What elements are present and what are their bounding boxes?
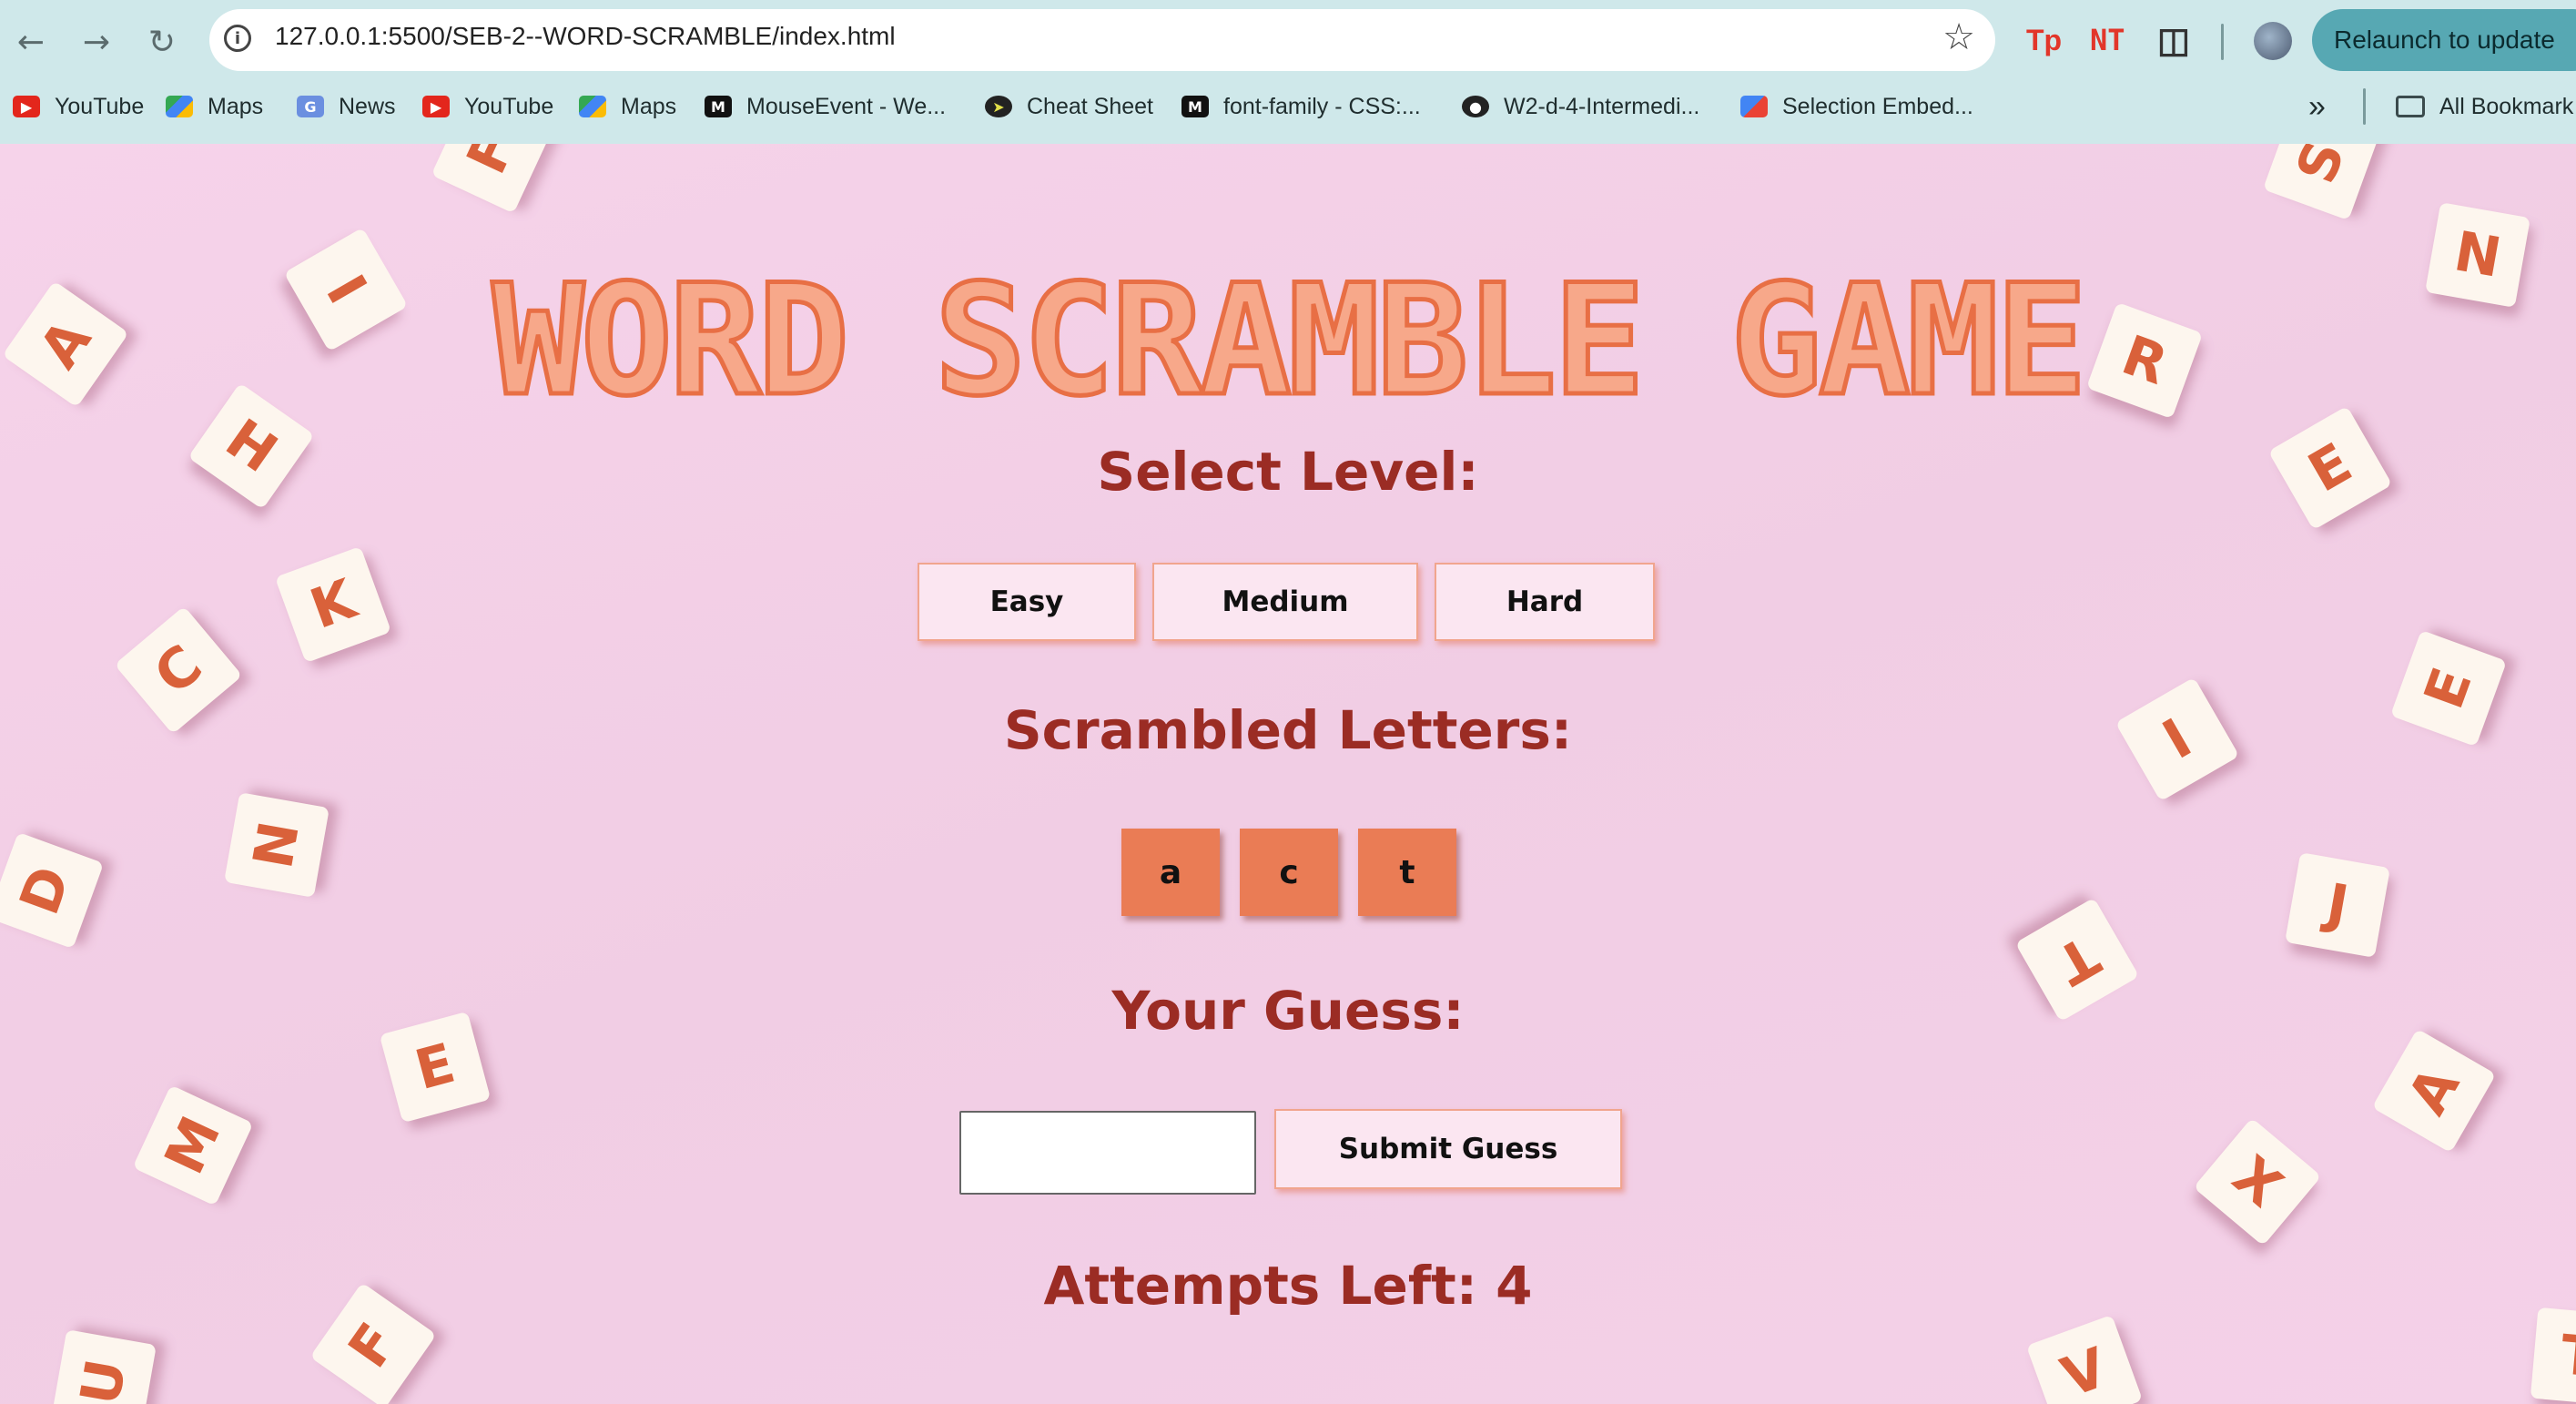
tp-extension-icon[interactable]: Tp (2026, 15, 2062, 66)
letter-tile-decoration: M (132, 1084, 254, 1206)
bookmark-news[interactable]: G News (297, 84, 396, 129)
hard-level-button[interactable]: Hard (1435, 563, 1655, 641)
site-info-icon[interactable]: i (224, 25, 251, 52)
folder-icon (2396, 96, 2425, 117)
bookmark-mouseevent[interactable]: M MouseEvent - We... (705, 84, 946, 129)
letter-tile-decoration: N (224, 792, 330, 898)
bookmark-label: YouTube (55, 93, 145, 119)
bookmark-label: Maps (621, 93, 677, 119)
bookmark-maps[interactable]: Maps (166, 84, 263, 129)
forward-arrow-icon[interactable]: → (73, 18, 120, 66)
letter-tile-decoration: T (2530, 1307, 2576, 1404)
scrambled-letter-tile[interactable]: c (1240, 829, 1338, 916)
submit-guess-button[interactable]: Submit Guess (1274, 1109, 1622, 1189)
your-guess-heading: Your Guess: (1111, 980, 1465, 1042)
address-bar[interactable]: i 127.0.0.1:5500/SEB-2--WORD-SCRAMBLE/in… (209, 9, 1995, 71)
guess-input[interactable] (959, 1111, 1256, 1195)
bookmark-label: W2-d-4-Intermedi... (1504, 93, 1700, 119)
letter-tile-decoration: S (2262, 144, 2380, 221)
mdn-icon: M (1182, 96, 1209, 117)
bookmark-youtube-2[interactable]: ▶ YouTube (422, 84, 553, 129)
youtube-icon: ▶ (422, 96, 450, 117)
bookmarks-overflow-icon[interactable]: » (2308, 84, 2326, 129)
bookmark-label: YouTube (464, 93, 554, 119)
bookmark-label: font-family - CSS:... (1223, 93, 1421, 119)
toolbar-divider (2221, 24, 2224, 60)
github-icon: ● (1462, 96, 1489, 117)
letter-tile-decoration: D (0, 831, 105, 950)
bookmark-label: Maps (208, 93, 264, 119)
letter-tile-decoration: J (2285, 852, 2390, 958)
scrambled-letter-tile[interactable]: t (1358, 829, 1456, 916)
letter-tile-decoration: V (2025, 1314, 2144, 1404)
medium-level-button[interactable]: Medium (1152, 563, 1418, 641)
bookmark-font-family[interactable]: Mfont-family - CSS:... (1182, 84, 1421, 129)
game-title: Word Scramble Game (490, 249, 2090, 432)
scrambled-letters-heading: Scrambled Letters: (1003, 699, 1573, 761)
all-bookmarks-label: All Bookmark (2439, 93, 2574, 119)
browser-chrome: ← → ↻ i 127.0.0.1:5500/SEB-2--WORD-SCRAM… (0, 0, 2576, 144)
nt-extension-icon[interactable]: NT (2090, 15, 2125, 66)
bookmarks-bar: ▶ YouTube Maps G News ▶ YouTube Maps M Mouse… (0, 84, 2576, 129)
news-icon: G (297, 96, 324, 117)
bookmarks-divider (2363, 88, 2366, 125)
bookmark-label: MouseEvent - We... (746, 93, 947, 119)
relaunch-button[interactable]: Relaunch to update (2312, 9, 2576, 71)
cheat-sheet-icon: ➤ (985, 96, 1012, 117)
attempts-left-text: Attempts Left: 4 (1043, 1255, 1533, 1317)
reload-icon[interactable]: ↻ (138, 18, 186, 66)
bookmark-maps-2[interactable]: Maps (579, 84, 676, 129)
profile-avatar[interactable] (2254, 22, 2292, 60)
url-text[interactable]: 127.0.0.1:5500/SEB-2--WORD-SCRAMBLE/inde… (275, 22, 896, 51)
letter-tile-decoration: X (2193, 1117, 2322, 1246)
bookmark-label: Cheat Sheet (1027, 93, 1153, 119)
game-page: F S N I A R H E K C E I N J D T E A M X … (0, 144, 2576, 1404)
extensions-puzzle-icon[interactable]: ◫ (2157, 15, 2190, 66)
letter-tile-decoration: A (2371, 1028, 2497, 1154)
maps-icon (579, 96, 606, 117)
bookmark-star-icon[interactable]: ☆ (1942, 16, 1975, 58)
bookmark-cheat-sheet[interactable]: ➤ Cheat Sheet (985, 84, 1153, 129)
back-arrow-icon[interactable]: ← (7, 18, 55, 66)
all-bookmarks-button[interactable]: All Bookmark (2396, 84, 2573, 129)
maps-icon (166, 96, 193, 117)
bookmark-youtube[interactable]: ▶ YouTube (13, 84, 144, 129)
bookmark-selection-embed[interactable]: Selection Embed... (1740, 84, 1973, 129)
easy-level-button[interactable]: Easy (918, 563, 1136, 641)
scrambled-letter-tile[interactable]: a (1121, 829, 1220, 916)
selection-embed-icon (1740, 96, 1768, 117)
select-level-heading: Select Level: (1097, 441, 1479, 503)
youtube-icon: ▶ (13, 96, 40, 117)
mdn-icon: M (705, 96, 732, 117)
bookmark-label: News (339, 93, 396, 119)
letter-tile-decoration: K (274, 545, 392, 664)
bookmark-label: Selection Embed... (1782, 93, 1973, 119)
letter-tile-decoration: F (431, 144, 553, 214)
letter-tile-decoration: U (51, 1329, 157, 1404)
bookmark-github[interactable]: ● W2-d-4-Intermedi... (1462, 84, 1699, 129)
